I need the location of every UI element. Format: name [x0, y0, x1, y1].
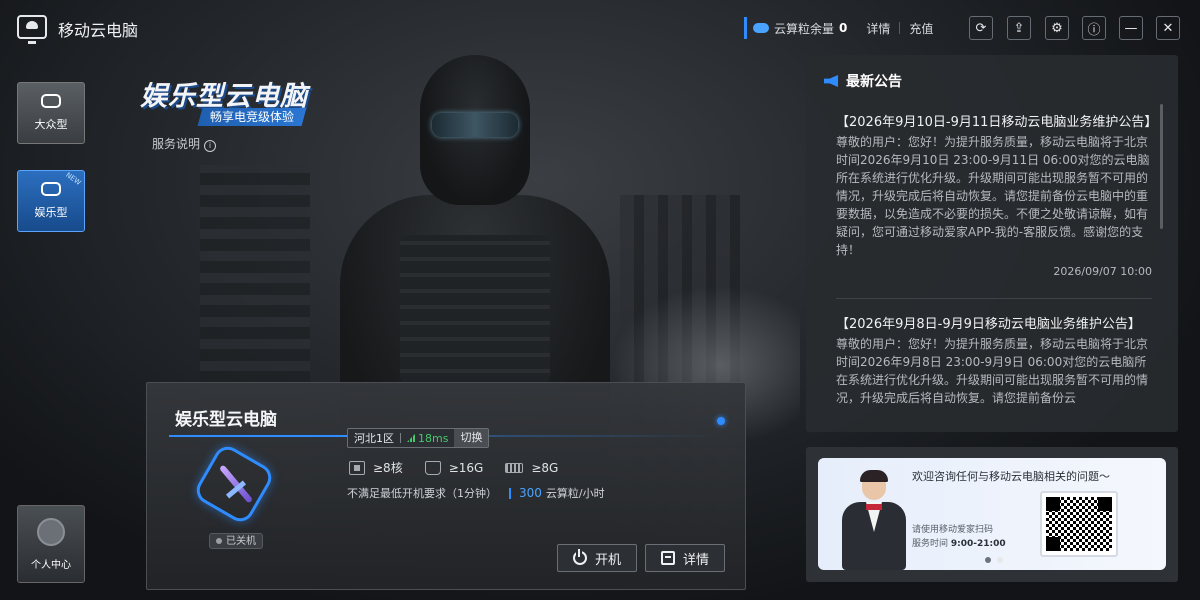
- recharge-link[interactable]: 充值: [900, 20, 942, 37]
- announcement-panel: 最新公告 【2026年9月10日-9月11日移动云电脑业务维护公告】 尊敬的用户…: [806, 55, 1178, 432]
- spec-cpu: ≥8核: [349, 459, 403, 476]
- cloud-icon: [753, 23, 769, 33]
- latency-value: 18ms: [418, 431, 449, 445]
- cpu-value: ≥8核: [373, 461, 403, 475]
- sidebar-item-label: 娱乐型: [34, 206, 68, 219]
- pc-detail-button[interactable]: 详情: [645, 544, 725, 572]
- soldier-illustration: [320, 55, 620, 455]
- cpu-icon: [349, 460, 365, 475]
- cloud-monitor-icon: [41, 94, 61, 108]
- service-info-label: 服务说明: [152, 137, 201, 151]
- disk-icon: [424, 460, 441, 475]
- divider: [400, 433, 401, 443]
- cloud-monitor-logo-icon: [17, 15, 47, 44]
- requirement-line: 不满足最低开机要求（1分钟） 300 云算粒/小时: [347, 485, 605, 501]
- info-icon: i: [204, 140, 217, 152]
- avatar: [37, 517, 65, 546]
- refresh-icon[interactable]: ⟳: [969, 16, 993, 40]
- announcement-item-body: 尊敬的用户：您好！为提升服务质量，移动云电脑将于北京时间2026年9月8日 23…: [836, 337, 1149, 405]
- sidebar-item-label: 大众型: [34, 118, 68, 131]
- pc-name: 娱乐型云电脑: [175, 410, 277, 430]
- disk-value: ≥16G: [448, 460, 484, 475]
- sidebar-item-profile[interactable]: 个人中心: [17, 505, 85, 583]
- divider: [836, 298, 1152, 299]
- title-bar: 移动云电脑 云算粒余量 0 详情 充值 ⟳ ⇪ ⚙ ⓘ — ✕: [0, 0, 1200, 55]
- sidebar-item-entertainment[interactable]: NEW 娱乐型: [17, 170, 85, 232]
- credit-label: 云算粒余量: [774, 21, 835, 36]
- ram-value: ≥8G: [531, 460, 559, 475]
- price-unit: 云算粒/小时: [545, 487, 605, 500]
- cloud-pc-panel: 娱乐型云电脑 已关机 河北1区 18ms 切换 ≥8核 ≥16G ≥8G 不满足…: [146, 382, 746, 590]
- new-badge: NEW: [64, 170, 83, 188]
- sidebar-item-label: 个人中心: [31, 559, 71, 571]
- price-value: 300: [519, 486, 542, 500]
- scan-hint: 请使用移动爱家扫码: [912, 525, 994, 535]
- credit-count: 0: [839, 21, 848, 35]
- memory-icon: [505, 462, 524, 473]
- scrollbar[interactable]: [1160, 104, 1163, 229]
- carousel-dots: [985, 557, 1003, 563]
- announcement-header: 最新公告: [824, 71, 902, 91]
- status-dot: [216, 538, 222, 544]
- app-window: 移动云电脑 云算粒余量 0 详情 充值 ⟳ ⇪ ⚙ ⓘ — ✕ 大众型 NEW …: [0, 0, 1200, 600]
- carousel-dot-active[interactable]: [997, 557, 1003, 563]
- close-icon[interactable]: ✕: [1156, 16, 1180, 40]
- power-icon: [572, 549, 587, 565]
- announcement-item-date: 2026/09/07 10:00: [1053, 265, 1152, 278]
- announcement-list[interactable]: 【2026年9月10日-9月11日移动云电脑业务维护公告】 尊敬的用户：您好！为…: [836, 113, 1158, 455]
- gamepad-icon: [41, 182, 61, 196]
- region-selector: 河北1区 18ms 切换: [347, 428, 490, 448]
- service-agent-image: [834, 470, 914, 570]
- credit-detail-link[interactable]: 详情: [857, 20, 899, 37]
- announcement-item-title: 【2026年9月8日-9月9日移动云电脑业务维护公告】: [836, 317, 1141, 332]
- region-name: 河北1区: [354, 432, 394, 445]
- requirement-text: 不满足最低开机要求（1分钟）: [347, 487, 497, 500]
- spec-list: ≥8核 ≥16G ≥8G: [349, 459, 558, 476]
- qr-code: [1040, 491, 1118, 557]
- hero-subtitle: 畅享电竞级体验: [197, 108, 307, 126]
- power-on-label: 开机: [594, 552, 621, 568]
- announcement-title: 最新公告: [846, 74, 902, 90]
- settings-icon[interactable]: ⚙: [1045, 16, 1069, 40]
- megaphone-icon: [824, 75, 838, 87]
- app-title: 移动云电脑: [58, 21, 139, 40]
- signal-icon: [407, 434, 415, 442]
- announcement-item-body: 尊敬的用户：您好！为提升服务质量，移动云电脑将于北京时间2026年9月10日 2…: [836, 135, 1150, 257]
- announcement-item[interactable]: 【2026年9月10日-9月11日移动云电脑业务维护公告】 尊敬的用户：您好！为…: [836, 113, 1158, 278]
- service-info-link[interactable]: 服务说明 i: [152, 135, 217, 152]
- minimize-icon[interactable]: —: [1119, 16, 1143, 40]
- credit-balance: 云算粒余量 0 详情 充值: [744, 17, 942, 39]
- service-title: 欢迎咨询任何与移动云电脑相关的问题～: [912, 470, 1110, 483]
- carousel-dot[interactable]: [985, 557, 991, 563]
- region-switch-button[interactable]: 切换: [454, 429, 489, 447]
- info-icon[interactable]: ⓘ: [1082, 16, 1106, 40]
- announcement-item-title: 【2026年9月10日-9月11日移动云电脑业务维护公告】: [836, 115, 1158, 130]
- share-icon[interactable]: ⇪: [1007, 16, 1031, 40]
- gaming-pc-icon: [191, 441, 277, 527]
- spec-ram: ≥8G: [505, 461, 558, 475]
- divider: [509, 487, 511, 499]
- spec-disk: ≥16G: [424, 460, 484, 475]
- detail-icon: [660, 551, 675, 565]
- power-on-button[interactable]: 开机: [557, 544, 637, 572]
- power-status-badge: 已关机: [209, 533, 263, 549]
- sidebar-item-standard[interactable]: 大众型: [17, 82, 85, 144]
- status-indicator-dot: [717, 417, 725, 425]
- announcement-item[interactable]: 【2026年9月8日-9月9日移动云电脑业务维护公告】 尊敬的用户：您好！为提升…: [836, 315, 1152, 435]
- customer-service-banner[interactable]: 欢迎咨询任何与移动云电脑相关的问题～ 请使用移动爱家扫码 服务时间 9:00-2…: [818, 458, 1166, 570]
- pc-detail-label: 详情: [682, 552, 709, 568]
- service-hours: 服务时间 9:00-21:00: [912, 539, 1006, 549]
